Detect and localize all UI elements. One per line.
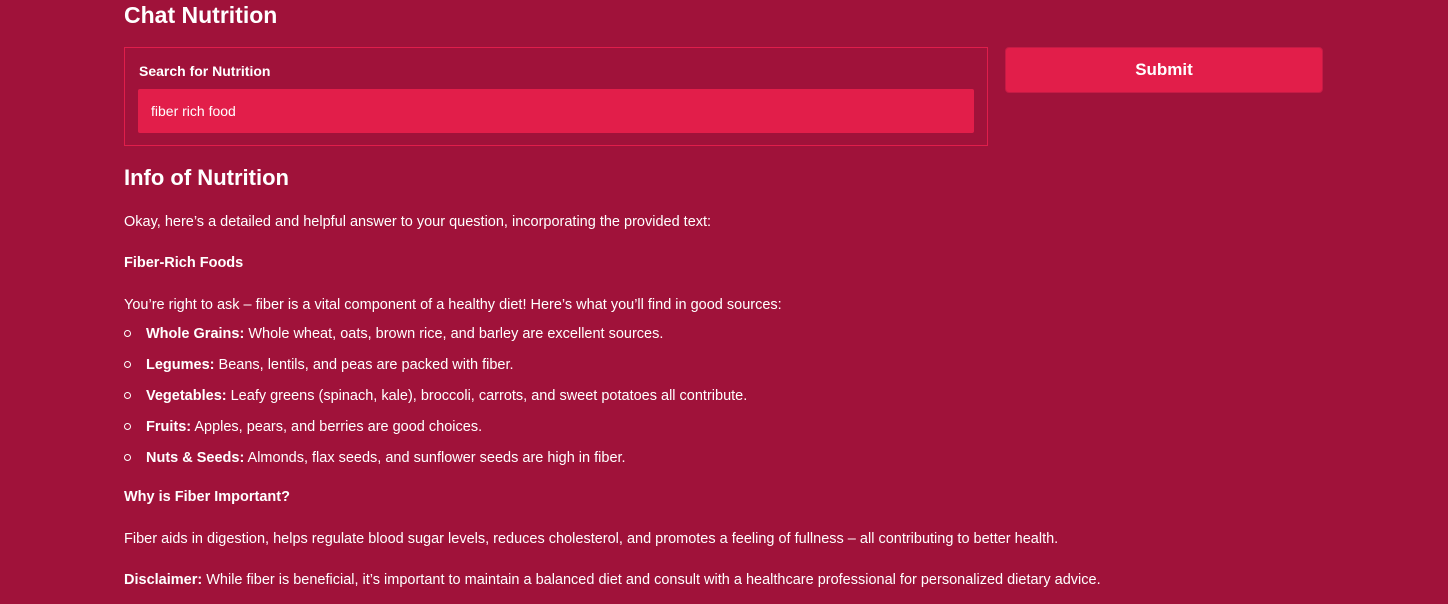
list-item-content: Legumes: Beans, lentils, and peas are pa…: [146, 356, 514, 374]
list-item-term: Legumes:: [146, 357, 215, 373]
bullet-icon: [124, 423, 131, 430]
search-label: Search for Nutrition: [139, 63, 271, 79]
bullet-icon: [124, 454, 131, 461]
page-title: Chat Nutrition: [124, 2, 278, 28]
list-item-text: Apples, pears, and berries are good choi…: [191, 419, 483, 435]
bullet-icon: [124, 361, 131, 368]
bullet-icon: [124, 330, 131, 337]
list-item-text: Whole wheat, oats, brown rice, and barle…: [244, 326, 664, 342]
list-item-content: Nuts & Seeds: Almonds, flax seeds, and s…: [146, 449, 626, 467]
info-intro: Okay, here’s a detailed and helpful answ…: [124, 214, 712, 230]
submit-button[interactable]: Submit: [1005, 47, 1323, 93]
disclaimer-label: Disclaimer:: [124, 572, 203, 588]
subheading-why-fiber: Why is Fiber Important?: [124, 489, 290, 505]
subheading-fiber-rich-foods: Fiber-Rich Foods: [124, 255, 244, 271]
list-item-term: Vegetables:: [146, 388, 227, 404]
list-item-text: Beans, lentils, and peas are packed with…: [214, 357, 514, 373]
info-lead: You’re right to ask – fiber is a vital c…: [124, 297, 782, 313]
list-item-content: Whole Grains: Whole wheat, oats, brown r…: [146, 325, 663, 343]
search-input[interactable]: [138, 89, 974, 133]
info-title: Info of Nutrition: [124, 165, 289, 190]
search-panel: Search for Nutrition: [124, 47, 988, 146]
info-disclaimer: Disclaimer: While fiber is beneficial, i…: [124, 571, 1101, 589]
list-item-content: Vegetables: Leafy greens (spinach, kale)…: [146, 387, 747, 405]
list-item-term: Whole Grains:: [146, 326, 245, 342]
list-item-term: Fruits:: [146, 419, 192, 435]
info-importance: Fiber aids in digestion, helps regulate …: [124, 531, 1059, 547]
list-item-term: Nuts & Seeds:: [146, 450, 245, 466]
list-item-text: Leafy greens (spinach, kale), broccoli, …: [226, 388, 748, 404]
list-item-content: Fruits: Apples, pears, and berries are g…: [146, 418, 482, 436]
page: Chat Nutrition Search for Nutrition Subm…: [0, 0, 1448, 604]
list-item-text: Almonds, flax seeds, and sunflower seeds…: [244, 450, 626, 466]
bullet-icon: [124, 392, 131, 399]
disclaimer-text: While fiber is beneficial, it’s importan…: [202, 572, 1101, 588]
